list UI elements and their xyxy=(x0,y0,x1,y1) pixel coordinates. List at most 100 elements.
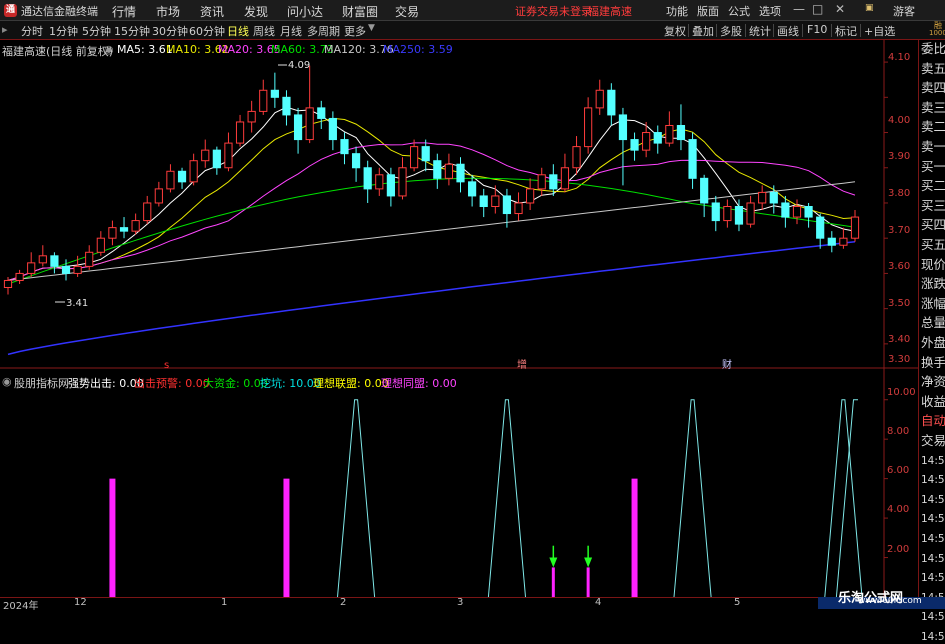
tab-daily[interactable]: 日线 xyxy=(227,23,249,39)
sidebar-item[interactable]: 自动 xyxy=(921,414,945,428)
candle-body xyxy=(247,110,256,123)
sidebar-item: 买四 xyxy=(921,217,945,233)
sidebar-item: 14:5 xyxy=(921,572,945,585)
minimize-icon[interactable]: — xyxy=(793,2,805,16)
menu-gongneng[interactable]: 功能 xyxy=(666,3,688,19)
watermark-url: www.60lt.com xyxy=(858,596,922,606)
menu-banmian[interactable]: 版面 xyxy=(697,3,719,19)
indicator-settings-icon[interactable]: ◉ xyxy=(2,375,12,388)
candle-body xyxy=(201,149,210,162)
candle-body xyxy=(189,160,198,183)
candle-body xyxy=(804,206,813,218)
tab-multi-period[interactable]: 多周期 xyxy=(307,23,340,39)
stock-period-label: 福建高速(日线 前复权) xyxy=(2,45,114,58)
tab-30min[interactable]: 30分钟 xyxy=(152,23,188,39)
ma5-label: MA5: 3.61 xyxy=(117,43,173,56)
btn-huaxian[interactable]: 画线 xyxy=(777,23,799,39)
candle-body xyxy=(398,167,407,197)
price-axis-label: 3.80 xyxy=(888,188,910,199)
indicator-name: 股朋指标网 xyxy=(14,377,69,390)
candle-body xyxy=(177,170,187,183)
menu-gongshi[interactable]: 公式 xyxy=(728,3,750,19)
btn-f10[interactable]: F10 xyxy=(807,23,827,36)
btn-fuquan[interactable]: 复权 xyxy=(664,23,686,39)
maximize-icon[interactable]: □ xyxy=(812,2,823,16)
candle-body xyxy=(108,227,117,239)
tab-1min[interactable]: 1分钟 xyxy=(49,23,78,39)
price-axis-label: 3.40 xyxy=(888,334,910,345)
menu-shichang[interactable]: 市场 xyxy=(156,3,180,20)
close-icon[interactable]: ✕ xyxy=(835,2,845,16)
menu-hangqing[interactable]: 行情 xyxy=(112,3,136,20)
tab-5min[interactable]: 5分钟 xyxy=(82,23,111,39)
candle-body xyxy=(700,177,709,204)
menu-wenxiaoda[interactable]: 问小达 xyxy=(287,3,323,20)
sidebar-item: 换手 xyxy=(921,354,945,370)
buy-signal-bar xyxy=(586,567,590,597)
tab-60min[interactable]: 60分钟 xyxy=(189,23,225,39)
tab-monthly[interactable]: 月线 xyxy=(280,23,302,39)
candle-body xyxy=(61,265,71,274)
tab-weekly[interactable]: 周线 xyxy=(253,23,275,39)
sidebar-item: 14:5 xyxy=(921,454,945,467)
candle-body xyxy=(351,153,361,169)
tab-15min[interactable]: 15分钟 xyxy=(114,23,150,39)
btn-add-watchlist[interactable]: +自选 xyxy=(864,23,895,39)
event-marker-zeng[interactable]: 增 xyxy=(517,358,527,371)
quote-sidebar: 融 1000 委比 卖五 卖四 卖三 卖二 卖一 买一 买二 买三 买四 买五 现价 涨跌 涨幅 总量 外盘换… xyxy=(918,21,945,643)
wakeng-spike xyxy=(673,399,712,597)
candle-body xyxy=(224,142,233,169)
btn-diejia[interactable]: 叠加 xyxy=(692,23,714,39)
sidebar-item: 14:5 xyxy=(921,533,945,545)
btn-tongji[interactable]: 统计 xyxy=(749,23,771,39)
tab-more[interactable]: 更多 xyxy=(344,23,366,39)
trade-login-status[interactable]: 证券交易未登录 xyxy=(515,3,592,19)
tab-fenshi[interactable]: 分时 xyxy=(21,23,43,39)
indicator-dazijin: 大资金: 0.00 xyxy=(203,377,268,390)
candle-body xyxy=(386,174,395,197)
event-marker-s[interactable]: s xyxy=(164,360,169,371)
candle-body xyxy=(653,132,662,144)
menu-jiaoyi[interactable]: 交易 xyxy=(395,3,419,20)
sidebar-item: 外盘 xyxy=(921,335,945,350)
indicator-lixiangtongmeng: 理想同盟: 0.00 xyxy=(381,377,457,390)
event-marker-cai[interactable]: 财 xyxy=(722,358,732,371)
menu-zixun[interactable]: 资讯 xyxy=(200,3,224,20)
sidebar-item: 卖一 xyxy=(921,139,945,154)
menu-xuanxiang[interactable]: 选项 xyxy=(759,3,781,19)
settings-dot-icon[interactable]: ◉ xyxy=(104,43,114,56)
sidebar-item: 卖四 xyxy=(921,80,945,96)
visitor-label[interactable]: 游客 xyxy=(893,3,915,19)
collapse-icon[interactable]: ▸ xyxy=(2,23,8,36)
sidebar-item: 14:5 xyxy=(921,631,945,643)
candle-body xyxy=(143,202,152,222)
menu-bar: 通 通达信金融终端 行情 市场 资讯 发现 问小达 财富圈 交易 证券交易未登录… xyxy=(0,0,945,21)
kline-chart-area[interactable]: 4.10 4.00 3.90 3.80 3.70 3.60 3.50 3.40 … xyxy=(0,40,918,597)
candle-body xyxy=(363,167,372,190)
candle-body xyxy=(526,188,535,204)
date-label: 3 xyxy=(457,597,464,608)
price-axis-label: 4.10 xyxy=(888,52,910,63)
candle-body xyxy=(433,160,442,179)
sidebar-item[interactable]: 交易 xyxy=(921,434,945,448)
date-label: 2 xyxy=(340,597,347,608)
candle-body xyxy=(769,191,778,204)
date-label: 12 xyxy=(74,597,87,608)
candle-body xyxy=(665,124,674,144)
candle-body xyxy=(96,237,105,253)
candle-body xyxy=(549,174,558,190)
account-icon[interactable]: ▣ xyxy=(865,3,874,13)
wakeng-spike xyxy=(487,399,526,597)
chevron-down-icon[interactable]: ▼ xyxy=(368,23,375,33)
indicator-lixianglianmeng: 理想联盟: 0.00 xyxy=(313,377,389,390)
green-arrow-icon xyxy=(549,557,558,568)
btn-duogu[interactable]: 多股 xyxy=(720,23,742,39)
sidebar-item: 买五 xyxy=(921,237,945,252)
divider xyxy=(802,24,803,37)
candle-body xyxy=(270,89,279,98)
sidebar-item: 14:5 xyxy=(921,513,945,526)
candle-body xyxy=(375,174,384,190)
menu-caifuquan[interactable]: 财富圈 xyxy=(342,3,378,20)
menu-faxian[interactable]: 发现 xyxy=(244,3,268,20)
btn-biaoji[interactable]: 标记 xyxy=(835,23,857,39)
